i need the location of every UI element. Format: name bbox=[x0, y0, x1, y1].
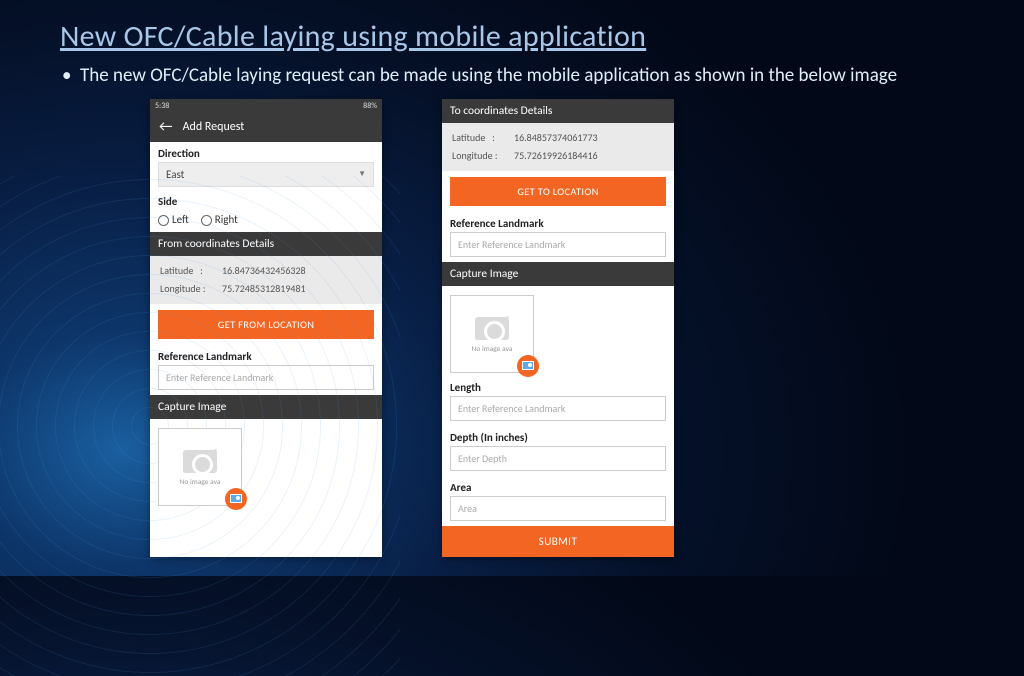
chevron-down-icon: ▼ bbox=[358, 169, 366, 179]
direction-value: East bbox=[166, 168, 184, 181]
direction-label: Direction bbox=[158, 147, 374, 160]
lon-label: Longitude : bbox=[452, 148, 512, 164]
radio-right-label: Right bbox=[215, 213, 238, 226]
slide-title: New OFC/Cable laying using mobile applic… bbox=[0, 0, 1024, 55]
reference-label: Reference Landmark bbox=[450, 217, 666, 230]
radio-left-label: Left bbox=[172, 213, 189, 226]
depth-label: Depth (In inches) bbox=[450, 431, 666, 444]
to-coords-panel: Latitude :16.84857374061773 Longitude :7… bbox=[442, 123, 674, 171]
to-coords-header: To coordinates Details bbox=[442, 99, 674, 123]
appbar-title: Add Request bbox=[183, 120, 245, 134]
from-coords-panel: Latitude :16.84736432456328 Longitude :7… bbox=[150, 256, 382, 304]
lat-value: 16.84857374061773 bbox=[514, 130, 598, 146]
picture-icon bbox=[522, 361, 534, 370]
pick-image-button[interactable] bbox=[517, 355, 539, 377]
slide-bullet: The new OFC/Cable laying request can be … bbox=[0, 55, 1024, 89]
lat-value: 16.84736432456328 bbox=[222, 263, 306, 279]
image-placeholder[interactable]: No image ava bbox=[158, 428, 242, 506]
area-label: Area bbox=[450, 481, 666, 494]
area-input[interactable]: Area bbox=[450, 496, 666, 521]
image-placeholder[interactable]: No image ava bbox=[450, 295, 534, 373]
screenshot-right: To coordinates Details Latitude :16.8485… bbox=[442, 99, 674, 557]
get-to-location-button[interactable]: GET TO LOCATION bbox=[450, 177, 666, 206]
submit-button[interactable]: SUBMIT bbox=[442, 526, 674, 557]
length-label: Length bbox=[450, 381, 666, 394]
radio-right[interactable] bbox=[201, 215, 212, 226]
back-icon[interactable]: ← bbox=[159, 120, 173, 135]
screenshot-left: 5:38 88% ← Add Request Direction East ▼ … bbox=[150, 99, 382, 557]
lat-label: Latitude : bbox=[452, 130, 512, 146]
direction-select[interactable]: East ▼ bbox=[158, 162, 374, 187]
status-time: 5:38 bbox=[155, 101, 169, 111]
depth-input[interactable]: Enter Depth bbox=[450, 446, 666, 471]
reference-label: Reference Landmark bbox=[158, 350, 374, 363]
picture-icon bbox=[230, 494, 242, 503]
reference-input[interactable]: Enter Reference Landmark bbox=[450, 232, 666, 257]
get-from-location-button[interactable]: GET FROM LOCATION bbox=[158, 310, 374, 339]
side-label: Side bbox=[158, 195, 374, 208]
lon-value: 75.72619926184416 bbox=[514, 148, 598, 164]
lon-label: Longitude : bbox=[160, 281, 220, 297]
status-bar: 5:38 88% bbox=[150, 99, 382, 113]
no-image-text: No image ava bbox=[179, 478, 220, 487]
reference-input[interactable]: Enter Reference Landmark bbox=[158, 365, 374, 390]
capture-image-header: Capture Image bbox=[442, 262, 674, 286]
app-bar: ← Add Request bbox=[150, 113, 382, 142]
lat-label: Latitude : bbox=[160, 263, 220, 279]
camera-off-icon bbox=[183, 447, 217, 473]
no-image-text: No image ava bbox=[471, 345, 512, 354]
radio-left[interactable] bbox=[158, 215, 169, 226]
camera-off-icon bbox=[475, 314, 509, 340]
length-input[interactable]: Enter Reference Landmark bbox=[450, 396, 666, 421]
status-battery: 88% bbox=[363, 101, 377, 111]
pick-image-button[interactable] bbox=[225, 488, 247, 510]
capture-image-header: Capture Image bbox=[150, 395, 382, 419]
lon-value: 75.72485312819481 bbox=[222, 281, 306, 297]
from-coords-header: From coordinates Details bbox=[150, 232, 382, 256]
